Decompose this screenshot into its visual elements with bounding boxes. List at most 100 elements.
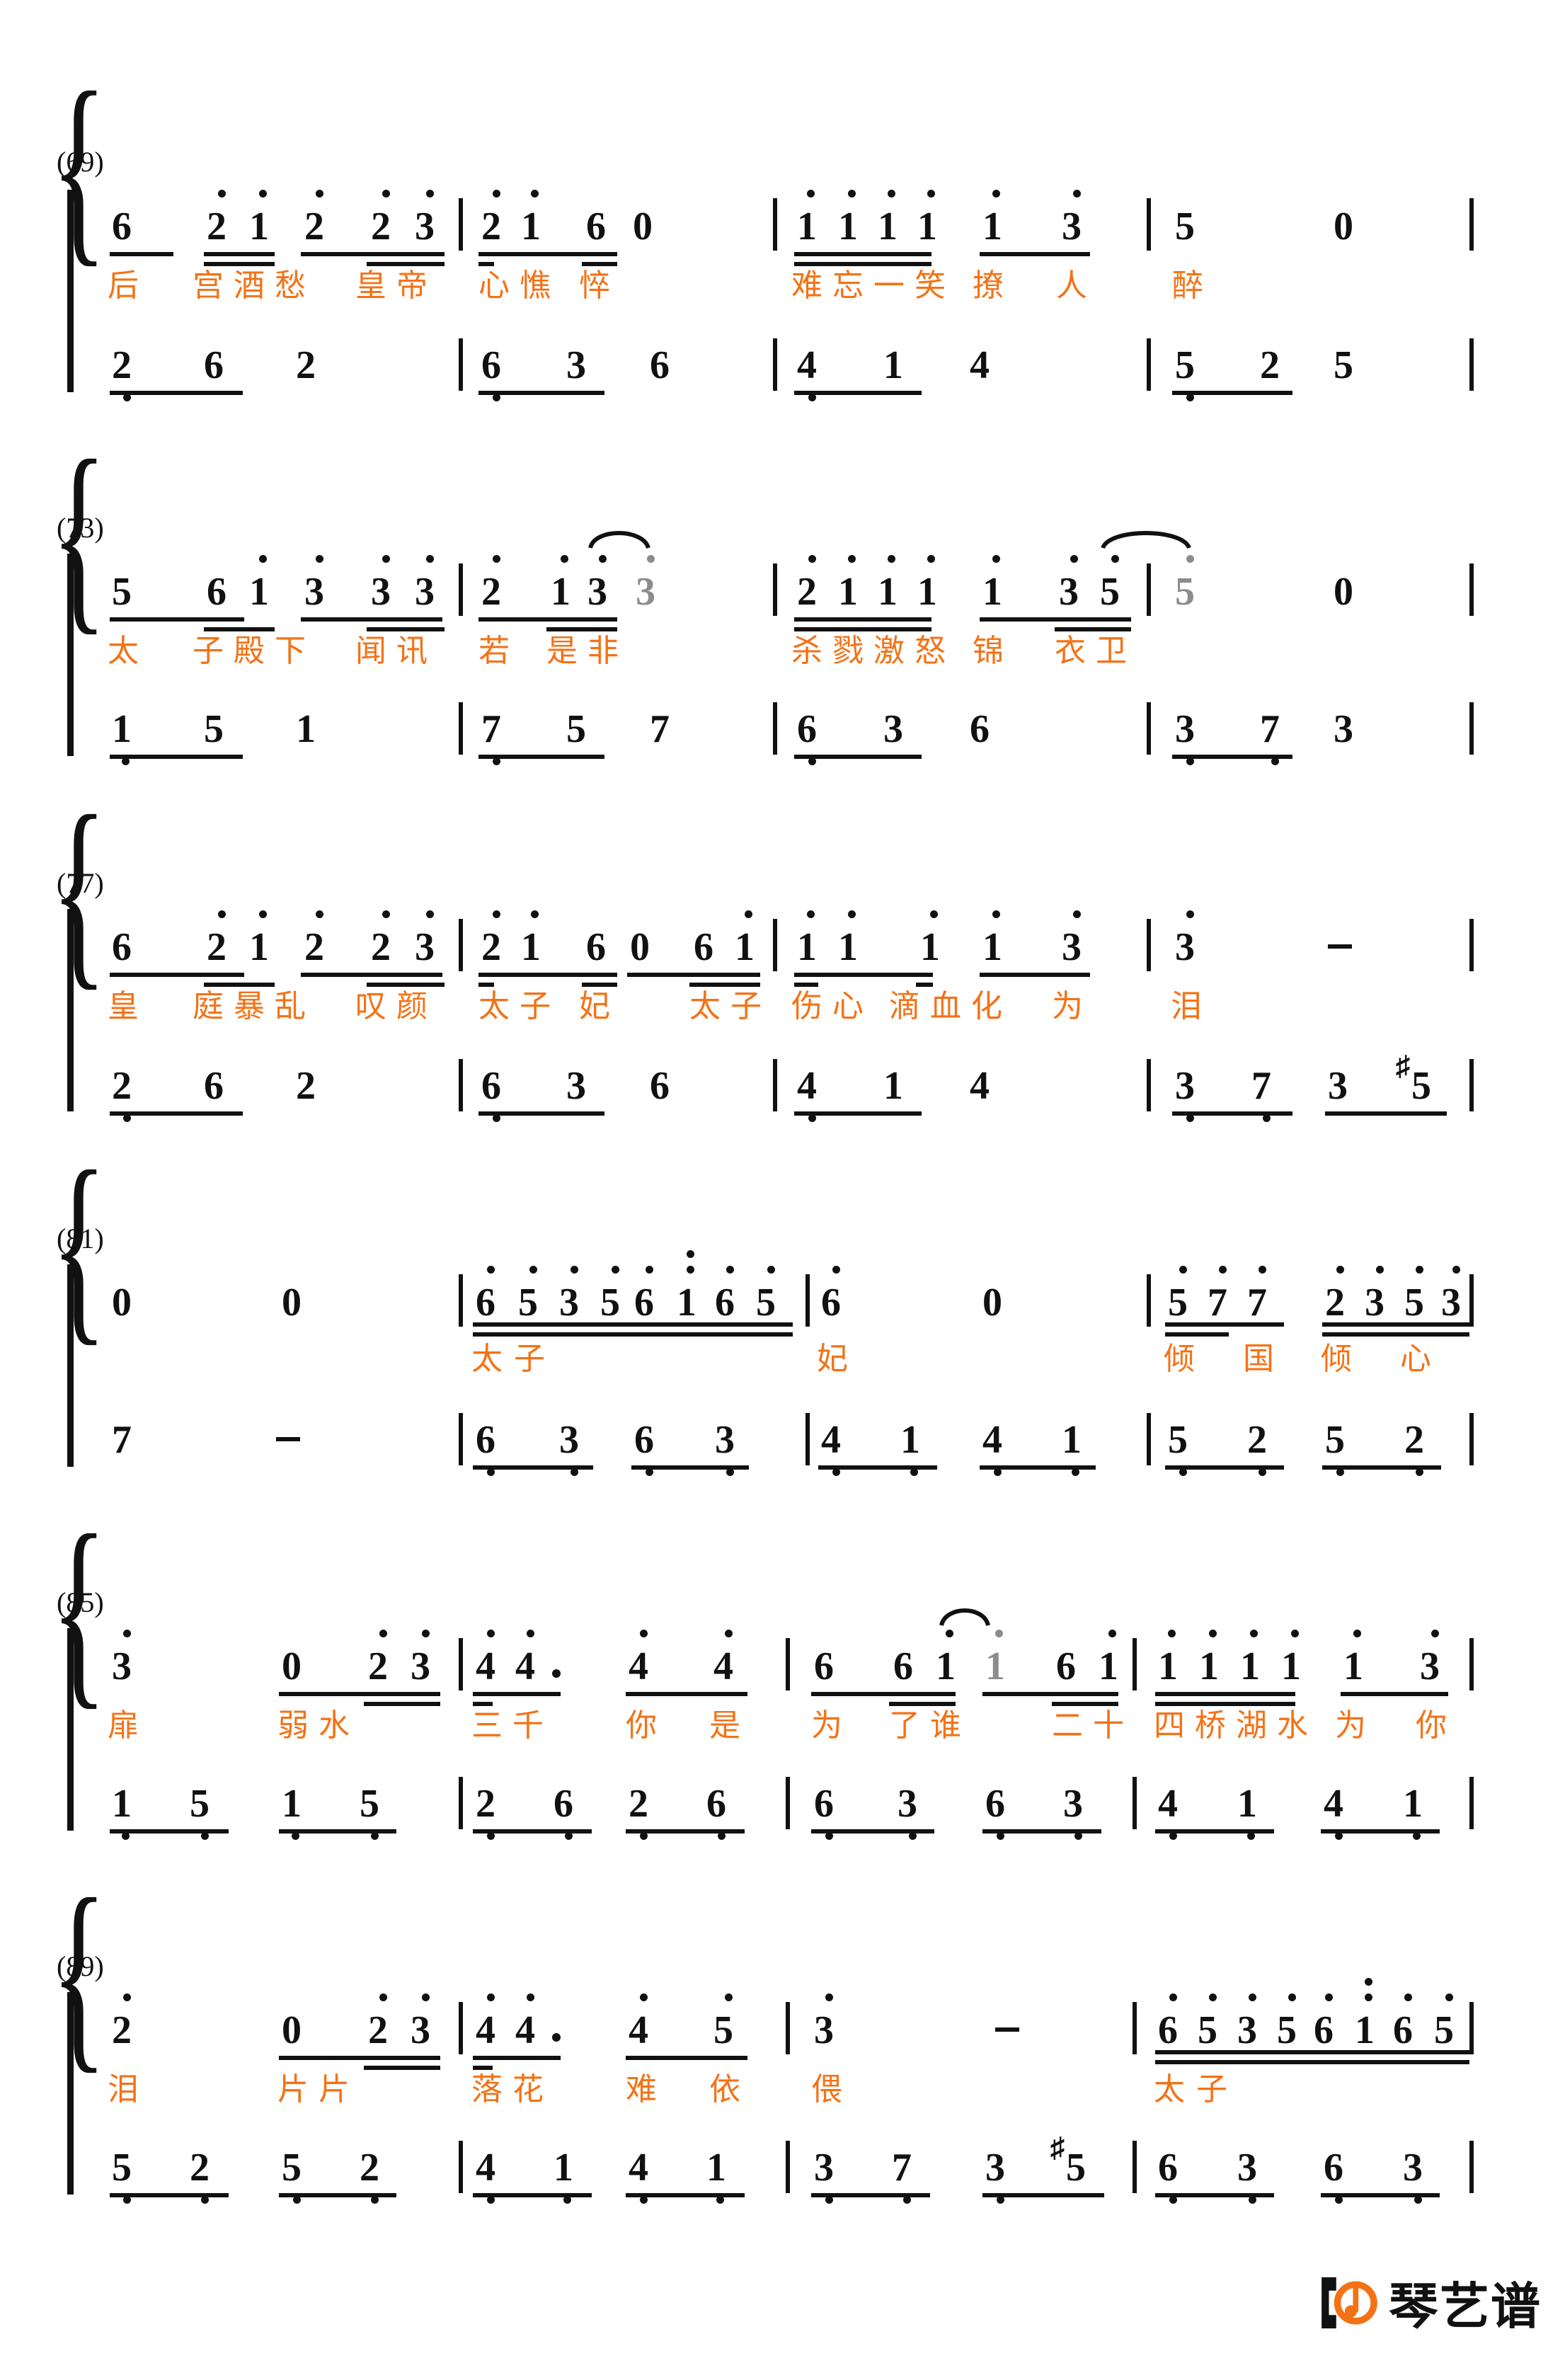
melody-note: 2: [207, 925, 227, 969]
bass-note: 4: [982, 1418, 1002, 1462]
bass-note: 5: [1334, 343, 1353, 387]
bass-note: 4: [970, 343, 990, 387]
bass-note: 2: [1260, 343, 1280, 387]
melody-note: 4: [629, 1644, 648, 1688]
melody-note-tied: 3: [636, 570, 655, 614]
barline: [1469, 563, 1474, 616]
barline: [786, 1777, 790, 1829]
bass-note: 2: [190, 2146, 210, 2190]
melody-note: 4: [476, 2008, 495, 2052]
bass-note: 2: [1247, 1418, 1267, 1462]
melody-note: 6: [112, 925, 132, 969]
system-start-barline: [67, 909, 74, 1111]
melody-note: 5: [1277, 2008, 1297, 2052]
barline: [1469, 1638, 1474, 1690]
tie-slur: [1100, 525, 1192, 549]
barline: [786, 2002, 790, 2054]
melody-note: 3: [411, 1644, 430, 1688]
lyric-syllable: 难: [791, 268, 822, 304]
barline: [773, 702, 777, 755]
lyric-syllable: 殿: [234, 633, 265, 669]
melody-note: 2: [371, 205, 391, 248]
lyric-syllable: 宫: [193, 268, 224, 304]
bass-note: 7: [650, 707, 670, 751]
sheet-music-page: (69) { 6 2 1 2 2 3 2 1 6 0 1 1 1 1 1 3 5…: [0, 0, 1548, 2380]
bass-note: 6: [476, 1418, 495, 1462]
barline: [1147, 919, 1151, 971]
melody-note: 4: [629, 2008, 648, 2052]
bass-note: 3: [1175, 1064, 1195, 1108]
melody-note: 1: [982, 570, 1002, 614]
lyric-syllable: 了: [889, 1707, 920, 1744]
barline: [786, 2141, 790, 2193]
lyric-syllable: 偎: [811, 2071, 842, 2107]
melody-note: 6: [893, 1644, 913, 1688]
melody-note: 0: [630, 925, 650, 969]
bass-note: 3: [1175, 707, 1195, 751]
lyric-syllable: 水: [319, 1707, 350, 1744]
melody-note: 1: [1355, 2008, 1375, 2052]
melody-note: 0: [282, 1644, 302, 1688]
lyric-syllable: 忘: [832, 268, 864, 304]
lyric-syllable: 帝: [396, 268, 428, 304]
bass-note: 7: [1260, 707, 1280, 751]
bass-note: 3: [566, 1064, 586, 1108]
lyric-syllable: 落: [471, 2071, 503, 2107]
lyric-syllable: 乱: [275, 988, 306, 1024]
lyric-syllable: 湖: [1236, 1707, 1267, 1744]
bass-note: 5: [566, 707, 586, 751]
melody-note: 1: [797, 925, 817, 969]
melody-note: 1: [1158, 1644, 1178, 1688]
barline: [773, 198, 777, 251]
barline: [1469, 1777, 1474, 1829]
barline: [773, 1059, 777, 1111]
melody-note: 1: [1099, 1644, 1118, 1688]
barline: [459, 1059, 463, 1111]
melody-note: 1: [838, 570, 858, 614]
melody-note: 6: [586, 925, 606, 969]
bass-note: 3: [898, 1782, 917, 1826]
melody-note: 4: [713, 1644, 733, 1688]
bass-note: 6: [814, 1782, 834, 1826]
lyric-syllable: 非: [587, 633, 619, 669]
melody-note: 3: [112, 1644, 132, 1688]
bass-note: 4: [629, 2146, 648, 2190]
lyric-syllable: 是: [546, 633, 578, 669]
bass-note: 3: [566, 343, 586, 387]
bass-note: 1: [1403, 1782, 1423, 1826]
lyric-syllable: 皇: [108, 988, 139, 1024]
lyric-syllable: 倾: [1321, 1341, 1352, 1377]
barline: [1147, 198, 1151, 251]
barline: [773, 338, 777, 391]
lyric-syllable: 憔: [520, 268, 551, 304]
bass-note: 3: [1328, 1064, 1348, 1108]
bass-note: 5: [1168, 1418, 1188, 1462]
lyric-syllable: 酒: [234, 268, 265, 304]
lyric-syllable: 子: [520, 988, 551, 1024]
bass-note: 1: [112, 707, 132, 751]
barline: [1469, 198, 1474, 251]
melody-note: 5: [1404, 1281, 1424, 1325]
melody-note: 3: [415, 205, 435, 248]
bass-note: 1: [706, 2146, 726, 2190]
lyric-syllable: 戮: [832, 633, 864, 669]
barline: [1147, 338, 1151, 391]
bass-note: 5: [1175, 343, 1195, 387]
lyric-syllable: 心: [832, 988, 864, 1024]
melody-note: 6: [1314, 2008, 1334, 2052]
bass-note: 3: [715, 1418, 735, 1462]
bass-note: 3: [1237, 2146, 1257, 2190]
sustain-dash: [995, 2027, 1019, 2032]
bass-note: 6: [985, 1782, 1005, 1826]
lyric-syllable: 伤: [791, 988, 822, 1024]
barline: [459, 2141, 463, 2193]
bass-note: 1: [554, 2146, 573, 2190]
system-start-barline: [67, 554, 74, 756]
lyric-syllable: 片: [319, 2071, 350, 2107]
melody-note: 3: [415, 925, 435, 969]
qinyipu-logo-icon: [1318, 2272, 1379, 2333]
barline: [1147, 1274, 1151, 1327]
bass-note: 5: [360, 1782, 379, 1826]
lyric-syllable: 撩: [973, 268, 1004, 304]
melody-note: 3: [559, 1281, 579, 1325]
